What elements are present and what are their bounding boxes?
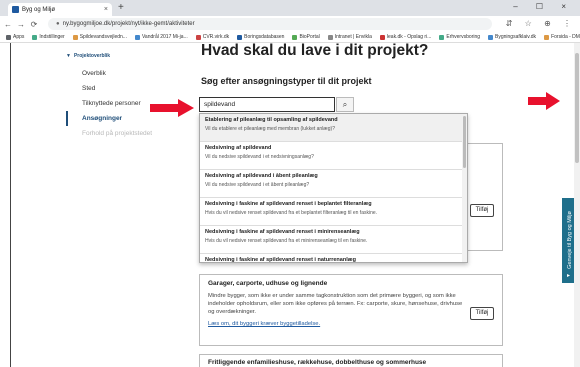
bookmark-icon <box>32 34 38 40</box>
suggestions-scroll-thumb[interactable] <box>463 116 466 168</box>
suggestion-item[interactable]: Etablering af pileanlæg til opsamling af… <box>200 114 467 142</box>
window-controls[interactable]: – ☐ × <box>513 2 574 11</box>
browser-toolbar: ← → ⟳ ● ny.bygogmiljoe.dk/projekt/nyt/ik… <box>0 16 580 32</box>
sidebar-header[interactable]: ▼ Projektoverblik <box>66 52 186 59</box>
right-arrow-annotation <box>528 92 560 110</box>
bookmark-label: Erhvervsboring <box>446 34 481 40</box>
bookmark-icon <box>72 34 78 40</box>
card-title: Fritliggende enfamilieshuse, rækkehuse, … <box>208 359 427 366</box>
toolbar-actions[interactable]: ⇵ ☆ ⊕ ⋮ <box>506 19 576 28</box>
search-heading: Søg efter ansøgningstyper til dit projek… <box>201 76 372 86</box>
forward-icon[interactable]: → <box>16 20 26 29</box>
page-scroll-thumb[interactable] <box>575 53 579 163</box>
page-title: Hvad skal du lave i dit projekt? <box>201 42 429 59</box>
suggestion-item[interactable]: Nedsivning i faskine af spildevand rense… <box>200 226 467 254</box>
suggestion-item[interactable]: Nedsivning i faskine af spildevand rense… <box>200 198 467 226</box>
sidebar-header-label: Projektoverblik <box>73 53 111 59</box>
bookmark-item[interactable]: Forsida - DMA <box>544 34 580 40</box>
bookmark-icon <box>488 34 494 40</box>
tab-close-icon[interactable]: × <box>104 6 108 13</box>
search-button[interactable]: ⌕ <box>336 97 354 112</box>
card-read-more-link[interactable]: Læs om, dit byggeri kræver byggetilladel… <box>208 321 494 327</box>
bookmark-item[interactable]: Indstillinger <box>32 34 65 40</box>
suggestion-item[interactable]: Nedsivning i faskine af spildevand rense… <box>200 254 467 263</box>
back-icon[interactable]: ← <box>3 20 13 29</box>
suggestion-item[interactable]: Nedsivning af spildevand Vil du nedsive s… <box>200 142 467 170</box>
tab-title: Byg og Miljø <box>22 6 56 13</box>
suggestion-title: Etablering af pileanlæg til opsamling af… <box>205 117 338 123</box>
bookmark-icon <box>544 34 550 40</box>
suggestion-title: Nedsivning i faskine af spildevand rense… <box>205 257 356 263</box>
suggestion-title: Nedsivning i faskine af spildevand rense… <box>205 201 372 207</box>
search-suggestions: Etablering af pileanlæg til opsamling af… <box>199 113 468 263</box>
bookmark-item[interactable]: Intranet | Envikla <box>327 34 372 40</box>
card-title: Garager, carporte, udhuse og lignende <box>208 280 328 287</box>
url-text: ny.bygogmiljoe.dk/projekt/nyt/ikke-gemt/… <box>62 21 195 27</box>
garage-card: Garager, carporte, udhuse og lignende Mi… <box>199 274 503 346</box>
bookmark-item[interactable]: BioPortal <box>292 34 320 40</box>
bookmark-label: Boringsdatabasen <box>244 34 285 40</box>
card-description: Mindre bygger, som ikke er under samme t… <box>208 293 463 315</box>
suggestion-description: Hvis du vil nedsive renset spildevand fr… <box>205 210 378 216</box>
sidebar-item: Forhold på projektstedet <box>82 130 153 137</box>
bookmark-label: CVR.virk.dk <box>202 34 230 40</box>
house-card: Fritliggende enfamilieshuse, rækkehuse, … <box>199 354 503 367</box>
bookmark-icon <box>134 34 140 40</box>
suggestion-description: Vil du nedsive spildevand i et nedsivnin… <box>205 154 314 160</box>
bookmark-label: leak.dk - Opslag ri... <box>386 34 432 40</box>
suggestion-title: Nedsivning af spildevand i åbent pileanl… <box>205 173 318 179</box>
favicon-icon <box>12 6 19 13</box>
page-divider <box>10 43 11 367</box>
reload-icon[interactable]: ⟳ <box>29 20 39 29</box>
bookmark-label: Spildevandsvejledn... <box>79 34 127 40</box>
bookmark-item[interactable]: CVR.virk.dk <box>195 34 230 40</box>
sidebar-item[interactable]: Sted <box>66 81 186 96</box>
suggestion-title: Nedsivning i faskine af spildevand rense… <box>205 229 360 235</box>
project-sidebar: ▼ Projektoverblik Overblik Sted Tilknyttede… <box>66 52 186 141</box>
bookmark-item[interactable]: Spildevandsvejledn... <box>72 34 127 40</box>
bookmark-icon <box>379 34 385 40</box>
left-arrow-annotation <box>150 99 194 117</box>
add-button[interactable]: Tilføj <box>470 204 494 217</box>
bookmark-item[interactable]: Vandrål 2017 Mi-ja... <box>134 34 188 40</box>
bookmark-item[interactable]: Boringsdatabasen <box>237 34 284 40</box>
suggestion-description: Hvis du vil nedsive renset spildevand fr… <box>205 238 368 244</box>
suggestion-description: Vil du nedsive spildevand i et åbent pil… <box>205 182 310 188</box>
bookmark-label: Vandrål 2017 Mi-ja... <box>141 34 188 40</box>
browser-tab-strip: Byg og Miljø × + – ☐ × <box>0 0 580 16</box>
bookmark-icon <box>237 34 243 40</box>
address-bar[interactable]: ● ny.bygogmiljoe.dk/projekt/nyt/ikke-gem… <box>48 18 492 30</box>
suggestions-scrollbar[interactable] <box>462 114 467 262</box>
suggestion-title: Nedsivning af spildevand <box>205 145 272 151</box>
suggestion-description: Vil du etablere et pileanlæg med membran… <box>205 126 335 132</box>
bookmark-item[interactable]: Bygningsafklaiv.dk <box>488 34 536 40</box>
search-icon: ⌕ <box>342 100 348 109</box>
bookmark-icon <box>292 34 298 40</box>
bookmark-label: Bygningsafklaiv.dk <box>495 34 537 40</box>
bookmark-label: Forsida - DMA <box>551 34 580 40</box>
bookmark-item[interactable]: Erhvervsboring <box>439 34 480 40</box>
add-button[interactable]: Tilføj <box>470 307 494 320</box>
side-tab-label: Genveje til Byg og Miljø <box>567 211 573 269</box>
chevron-down-icon: ▼ <box>66 53 71 59</box>
bookmark-icon <box>327 34 333 40</box>
bookmark-icon <box>439 34 445 40</box>
bookmark-icon <box>195 34 201 40</box>
bookmark-icon <box>6 34 11 40</box>
bookmark-label: Apps <box>13 34 25 40</box>
browser-tab[interactable]: Byg og Miljø × <box>8 3 112 16</box>
bookmark-item[interactable]: Apps <box>6 34 24 40</box>
bookmark-label: Indstillinger <box>39 34 65 40</box>
lock-icon: ● <box>56 21 60 27</box>
caret-right-icon: ▸ <box>567 273 571 279</box>
suggestion-item[interactable]: Nedsivning af spildevand i åbent pileanl… <box>200 170 467 198</box>
bookmark-label: Intranet | Envikla <box>334 34 372 40</box>
new-tab-button[interactable]: + <box>118 2 124 13</box>
page-scrollbar[interactable] <box>574 43 580 367</box>
sidebar-item[interactable]: Overblik <box>66 66 186 81</box>
bookmark-label: BioPortal <box>299 34 320 40</box>
bookmark-item[interactable]: leak.dk - Opslag ri... <box>379 34 432 40</box>
search-input[interactable]: spildevand <box>199 97 335 112</box>
